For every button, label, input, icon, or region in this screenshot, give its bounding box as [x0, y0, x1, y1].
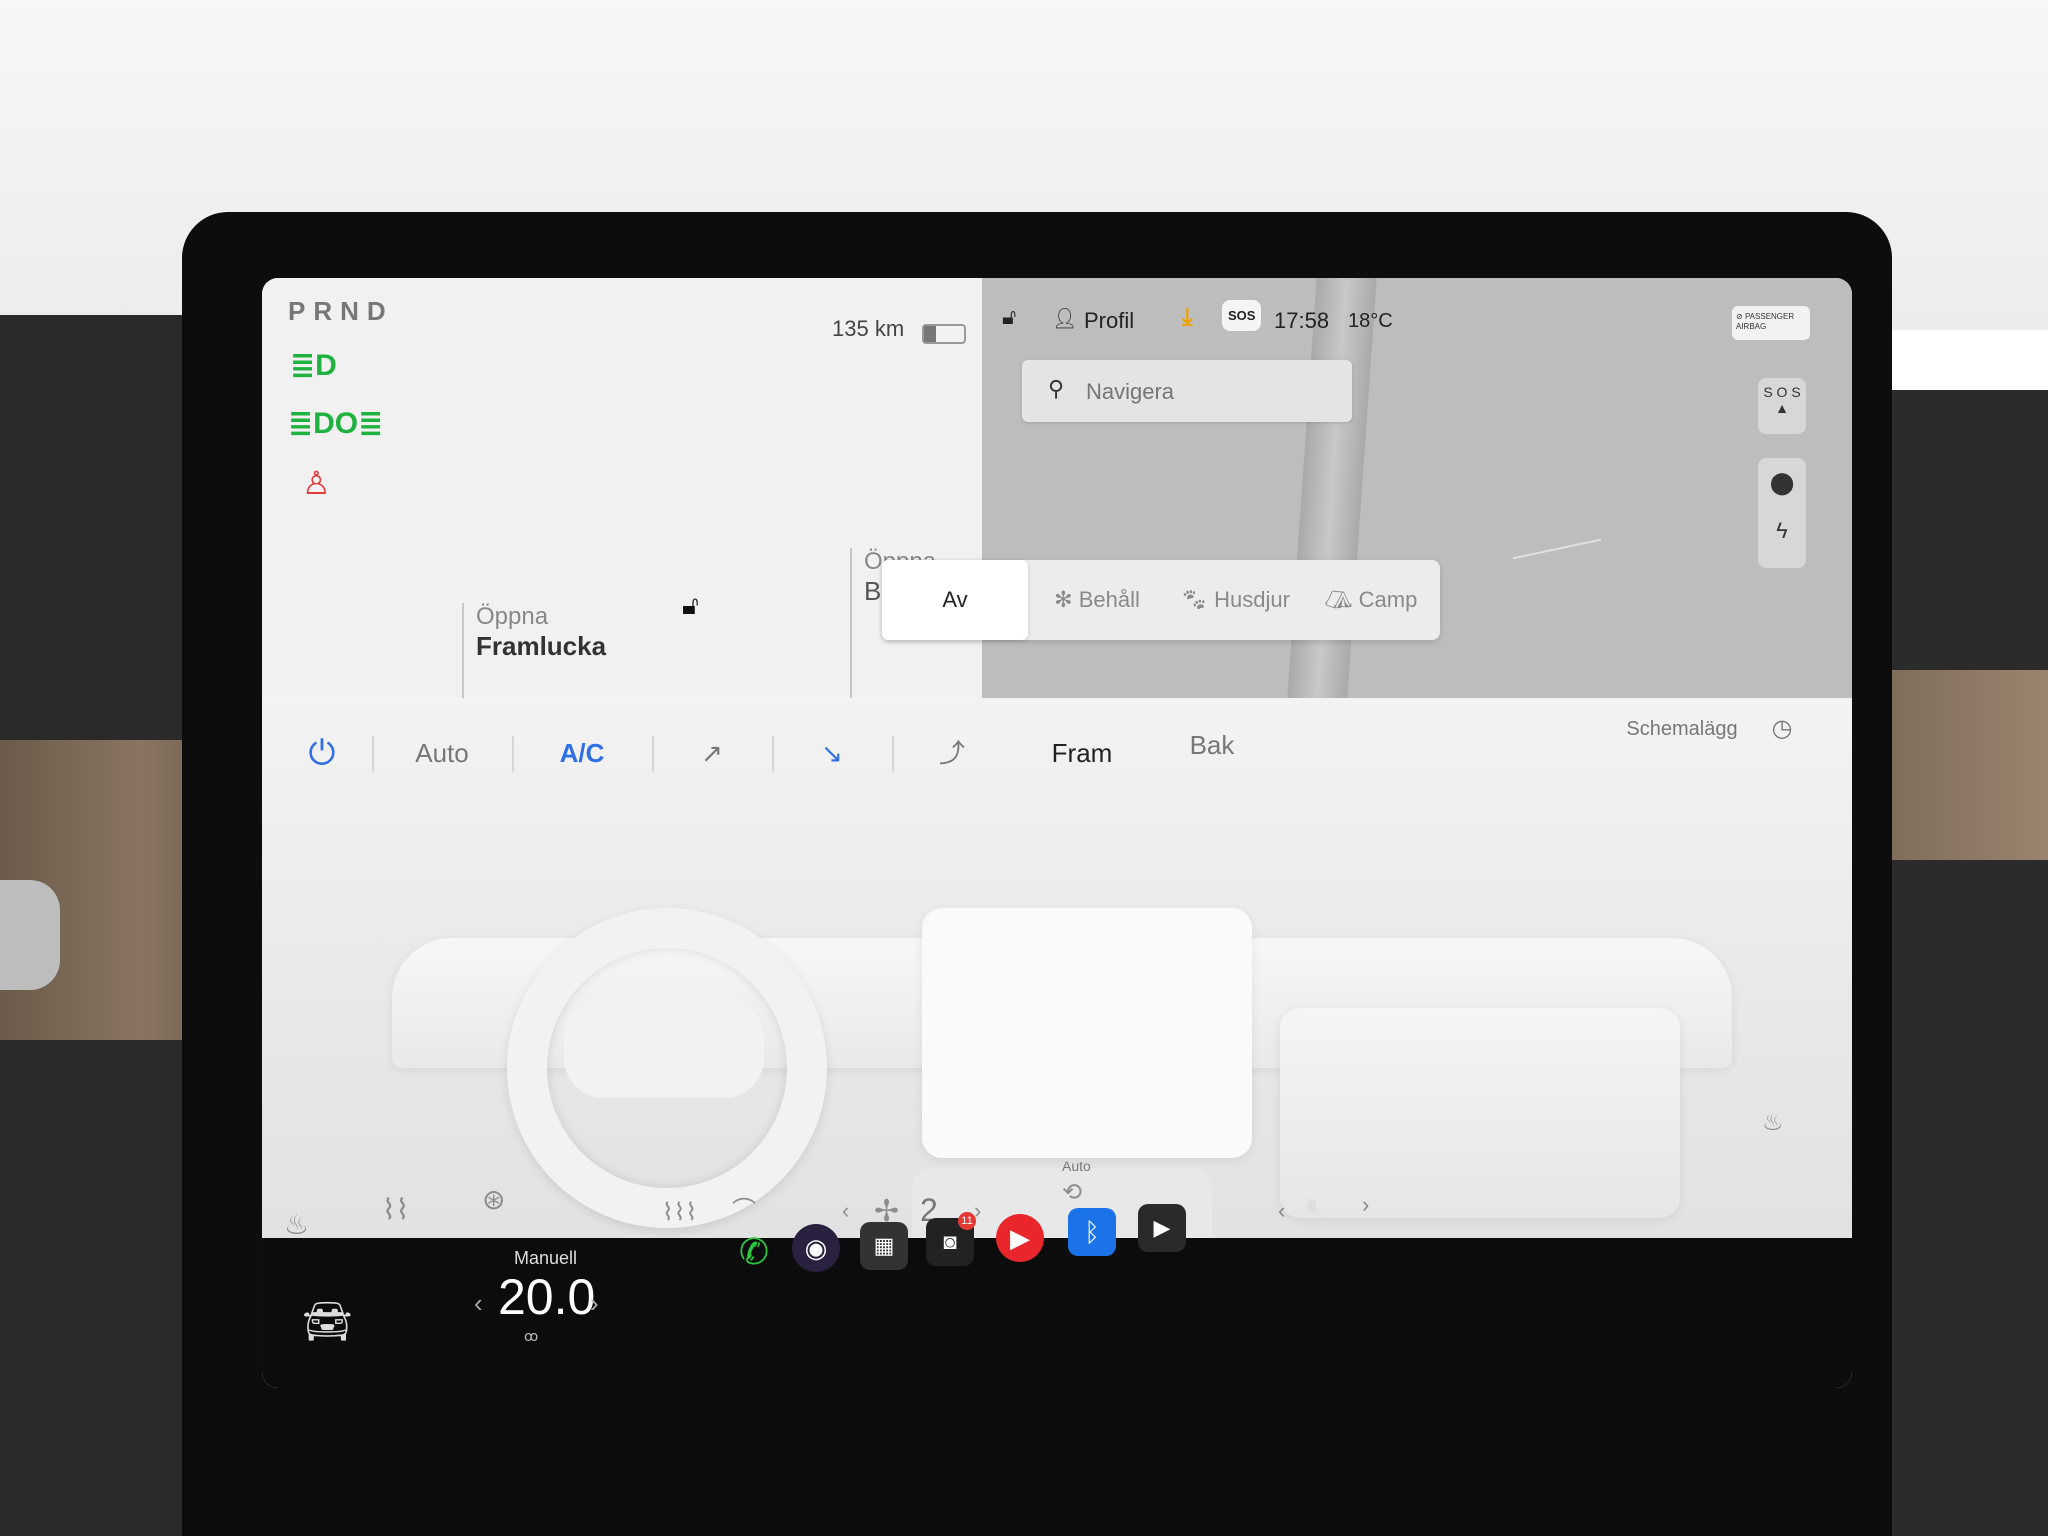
- mute-icon[interactable]: 🔇︎: [1306, 1190, 1324, 1223]
- low-beam-icon: ≣D: [290, 349, 337, 382]
- mode-dog[interactable]: 🐾︎ Husdjur: [1168, 560, 1302, 640]
- navigation-search-input[interactable]: [1084, 374, 1338, 410]
- profile-label[interactable]: Profil: [1084, 308, 1134, 334]
- volume-decrease-icon[interactable]: ‹: [1278, 1198, 1285, 1224]
- separator: [652, 736, 654, 772]
- separator: [772, 736, 774, 772]
- map-controls[interactable]: ⬤ ϟ: [1758, 458, 1806, 568]
- mode-keep[interactable]: ✻ Behåll: [1032, 560, 1162, 640]
- ac-button[interactable]: A/C: [522, 708, 642, 798]
- charging-icon[interactable]: ϟ: [1758, 496, 1806, 544]
- steering-wheel-heater-icon[interactable]: ⊛: [482, 1183, 505, 1216]
- fan-speed-decrease-icon[interactable]: ‹: [842, 1198, 849, 1224]
- seatbelt-warning-icon: ♙: [302, 465, 331, 501]
- rear-defrost-icon[interactable]: ⌇⌇⌇: [662, 1198, 697, 1227]
- profile-icon[interactable]: 👤︎: [1052, 306, 1077, 331]
- separator: [372, 736, 374, 772]
- recirculation-icon[interactable]: ⟲: [1062, 1178, 1082, 1207]
- outside-temperature: 18°C: [1348, 310, 1393, 332]
- recirculation-auto-label: Auto: [1062, 1158, 1091, 1174]
- mode-off[interactable]: Av: [882, 560, 1028, 640]
- seat-ventilation-icon[interactable]: ꝏ: [524, 1328, 538, 1345]
- driver-seat-heater-icon[interactable]: ♨: [284, 1208, 309, 1241]
- keep-climate-mode-selector: Av ✻ Behåll 🐾︎ Husdjur ⛺︎ Camp: [882, 560, 1440, 640]
- mode-camp[interactable]: ⛺︎ Camp: [1306, 560, 1436, 640]
- wood-trim-right: [1870, 670, 2048, 860]
- tent-icon: ⛺︎: [1324, 587, 1359, 612]
- frunk-button[interactable]: Öppna Framlucka: [462, 603, 606, 698]
- sos-map-label: S O S: [1763, 384, 1801, 400]
- clock-icon[interactable]: ◷: [1762, 684, 1802, 774]
- clock: 17:58: [1274, 308, 1330, 333]
- unlock-icon[interactable]: 🔓︎: [682, 590, 699, 622]
- separator: [892, 736, 894, 772]
- airbag-off-icon: ⊘: [1736, 312, 1743, 321]
- battery-icon: [922, 324, 966, 344]
- front-defrost-icon[interactable]: ⌒: [732, 1190, 756, 1225]
- parking-lights-icon: ≣DO≣: [288, 407, 384, 440]
- temp-increase-icon[interactable]: ›: [590, 1288, 599, 1319]
- temp-decrease-icon[interactable]: ‹: [474, 1288, 483, 1319]
- front-climate-tab[interactable]: Fram: [1022, 708, 1142, 798]
- airflow-face-icon[interactable]: ↗: [662, 708, 762, 798]
- range-readout: 135 km: [832, 316, 905, 341]
- paw-icon: 🐾︎: [1180, 587, 1215, 612]
- center-display-shape: [922, 908, 1252, 1158]
- car-icon[interactable]: 🚘︎: [302, 1298, 353, 1345]
- camera-app-icon[interactable]: ◉: [792, 1224, 840, 1272]
- passenger-airbag-indicator: ⊘ PASSENGER AIRBAG: [1732, 306, 1810, 340]
- frunk-action: Öppna: [476, 603, 549, 630]
- battery-level-fill: [924, 326, 936, 342]
- climate-power-icon[interactable]: ⏻: [292, 708, 352, 798]
- app-launcher-icon[interactable]: ▦: [860, 1222, 908, 1270]
- music-app-icon[interactable]: ▶: [996, 1214, 1044, 1262]
- frunk-name: Framlucka: [476, 631, 607, 661]
- bluetooth-icon[interactable]: ᛒ: [1068, 1208, 1116, 1256]
- separator: [512, 736, 514, 772]
- compass-north-icon: ▲: [1775, 400, 1789, 416]
- dashcam-badge: 11: [958, 1212, 976, 1230]
- schedule-button[interactable]: Schemalägg: [1602, 684, 1762, 774]
- lock-status-icon[interactable]: 🔓︎: [1002, 304, 1016, 330]
- touchscreen: PRND ≣D ≣DO≣ ♙ 135 km Öppna Framlucka 🔓︎…: [262, 278, 1852, 1388]
- climate-mode-label: Manuell: [514, 1248, 578, 1268]
- rear-defrost-mirror-icon[interactable]: ⌇⌇: [382, 1193, 409, 1226]
- glovebox-shape: [1280, 1008, 1680, 1218]
- passenger-seat-heater-icon[interactable]: ♨: [1762, 1108, 1784, 1137]
- climate-control-row: ⏻ Auto A/C ↗ ↘ ⤴ Fram Bak Schemalägg ◷: [262, 708, 1852, 798]
- location-pin-icon[interactable]: ⬤: [1758, 458, 1806, 496]
- vent-knob: [0, 880, 60, 990]
- phone-icon[interactable]: ✆: [730, 1228, 778, 1276]
- media-player-icon[interactable]: ▶: [1138, 1204, 1186, 1252]
- download-icon[interactable]: ⤓: [1182, 304, 1193, 332]
- cabin-temperature-setting[interactable]: 20.0: [498, 1268, 595, 1326]
- gear-selector[interactable]: PRND: [288, 296, 394, 327]
- climate-auto-button[interactable]: Auto: [382, 708, 502, 798]
- airflow-windshield-icon[interactable]: ⤴: [902, 708, 1002, 798]
- fan-icon: ✻: [1054, 587, 1079, 612]
- rear-climate-tab[interactable]: Bak: [1152, 700, 1272, 790]
- sos-badge[interactable]: SOS: [1222, 300, 1262, 331]
- steering-hub-shape: [564, 998, 764, 1098]
- airbag-label: PASSENGER AIRBAG: [1736, 312, 1795, 331]
- navigation-search[interactable]: ⚲: [1022, 360, 1352, 422]
- sos-map-button[interactable]: S O S ▲: [1758, 378, 1806, 434]
- volume-increase-icon[interactable]: ›: [1362, 1192, 1369, 1218]
- search-icon: ⚲: [1048, 376, 1065, 401]
- airflow-feet-icon[interactable]: ↘: [782, 708, 882, 798]
